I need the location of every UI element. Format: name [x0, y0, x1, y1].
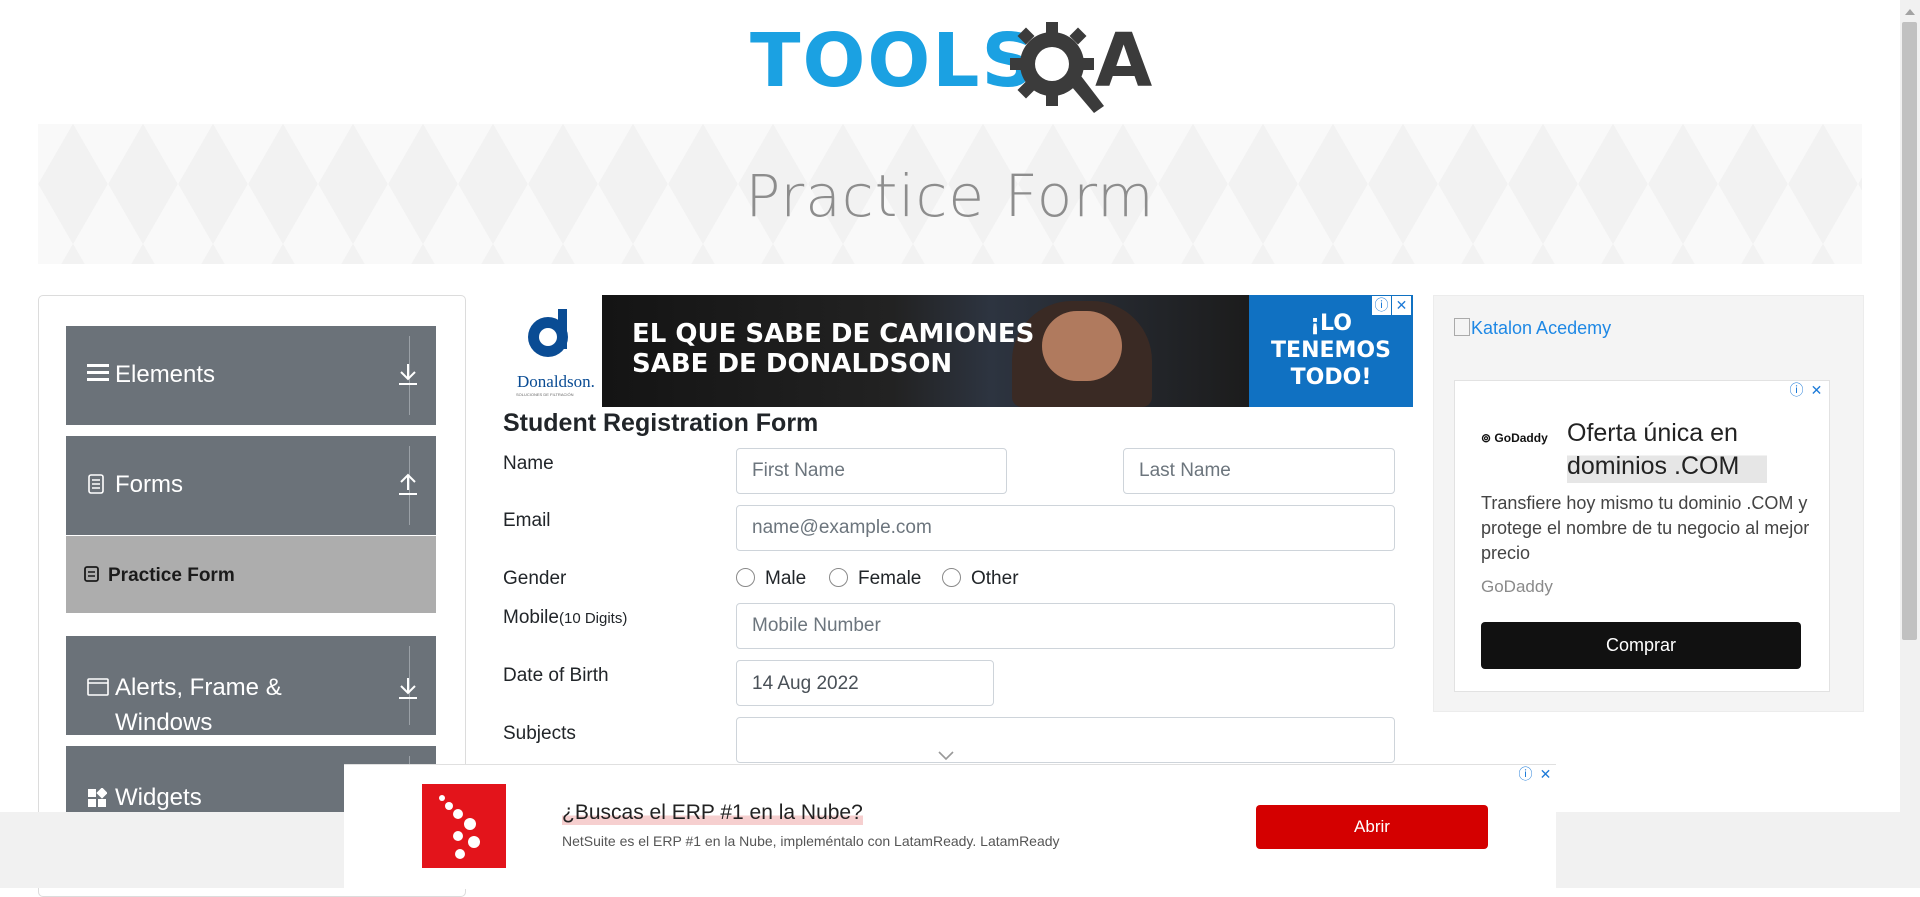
donaldson-sub: SOLUCIONES DE FILTRACIÓN [516, 392, 574, 397]
sidebar-group-elements[interactable]: Elements [66, 326, 436, 425]
scrollbar-thumb[interactable] [1902, 22, 1917, 640]
page-title: Practice Form [745, 162, 1155, 230]
donaldson-brand: Donaldson. [517, 372, 595, 391]
gender-label: Gender [503, 568, 567, 589]
donaldson-logo: Donaldson. SOLUCIONES DE FILTRACIÓN [502, 295, 602, 407]
right-ad: Katalon Acedemy ⓘ ✕ ⊚ GoDaddy Oferta úni… [1433, 295, 1864, 712]
broken-image-icon [1454, 318, 1470, 336]
mobile-label-text: Mobile [503, 607, 559, 628]
scroll-up-arrow-icon[interactable] [1904, 4, 1916, 15]
first-name-input[interactable] [736, 448, 1007, 494]
form-icon [84, 566, 99, 588]
ad-cta-line-3: TODO! [1290, 365, 1372, 390]
comprar-button[interactable]: Comprar [1481, 622, 1801, 669]
ad-info-icon[interactable]: ⓘ [1516, 765, 1535, 784]
dob-label: Date of Birth [503, 665, 609, 686]
sidebar-group-label: Alerts, Frame & [115, 674, 282, 701]
ad-info-icon[interactable]: ⓘ [1787, 381, 1806, 400]
gender-female-label[interactable]: Female [858, 568, 921, 590]
ad-advertiser: GoDaddy [1481, 577, 1553, 596]
sidebar-item-practice-form[interactable]: Practice Form [66, 536, 436, 613]
mobile-hint: (10 Digits) [558, 610, 628, 627]
ad-cta-line-2: TENEMOS [1271, 338, 1391, 363]
mobile-input[interactable] [736, 603, 1395, 649]
subjects-input[interactable] [736, 717, 1395, 763]
mobile-label: Mobile(10 Digits) [503, 607, 627, 629]
ad-close-icon[interactable]: ✕ [1392, 296, 1411, 315]
form-title: Student Registration Form [503, 409, 819, 437]
katalon-link-text: Katalon Acedemy [1471, 318, 1612, 338]
gender-other-label[interactable]: Other [971, 568, 1019, 590]
gender-other-radio[interactable] [942, 568, 961, 587]
date-of-birth-input[interactable]: 14 Aug 2022 [736, 660, 994, 706]
sidebar-item-label: Practice Form [108, 565, 235, 586]
top-ad-banner[interactable]: Donaldson. SOLUCIONES DE FILTRACIÓN EL Q… [502, 295, 1413, 407]
logo-text-tools: TOOLS [750, 18, 1037, 104]
sidebar-group-label: Forms [115, 471, 183, 498]
ad-info-icon[interactable]: ⓘ [1372, 296, 1391, 315]
godaddy-logo: ⊚ GoDaddy [1481, 431, 1548, 445]
ad-headline-2: SABE DE DONALDSON [632, 349, 953, 379]
godaddy-ad-card[interactable]: ⓘ ✕ ⊚ GoDaddy Oferta única en dominios .… [1454, 380, 1830, 692]
dots-icon [439, 795, 480, 859]
gender-male-radio[interactable] [736, 568, 755, 587]
ad-photo-area: EL QUE SABE DE CAMIONES SABE DE DONALDSO… [602, 295, 1249, 407]
last-name-input[interactable] [1123, 448, 1395, 494]
menu-icon [87, 362, 109, 388]
widgets-icon [87, 787, 109, 814]
bottom-ad[interactable]: ⓘ ✕ ¿Buscas el ERP #1 en la Nube? NetSui… [344, 764, 1556, 889]
name-label: Name [503, 453, 554, 474]
sidebar-group-label: Widgets [115, 784, 202, 811]
subjects-label: Subjects [503, 723, 576, 744]
window-icon [87, 678, 109, 702]
netsuite-logo [422, 784, 506, 868]
document-icon [87, 474, 109, 500]
download-icon[interactable] [393, 362, 423, 392]
sidebar-group-forms[interactable]: Forms [66, 436, 436, 535]
gender-female-radio[interactable] [829, 568, 848, 587]
sidebar-group-alerts[interactable]: Alerts, Frame & Windows [66, 636, 436, 736]
donaldson-d-icon [528, 309, 568, 357]
download-icon[interactable] [393, 676, 423, 706]
sidebar-group-label-line2: Windows [115, 709, 213, 736]
katalon-academy-link[interactable]: Katalon Acedemy [1454, 318, 1611, 339]
godaddy-brand: GoDaddy [1494, 431, 1548, 445]
email-input[interactable] [736, 505, 1395, 551]
godaddy-icon: ⊚ [1481, 431, 1492, 445]
ad-close-icon[interactable]: ✕ [1536, 765, 1555, 784]
bottom-ad-body: NetSuite es el ERP #1 en la Nube, implem… [562, 833, 1060, 849]
gender-male-label[interactable]: Male [765, 568, 806, 590]
toolsqa-logo[interactable]: TOOLS A [750, 18, 1155, 114]
ad-person-face [1042, 311, 1122, 381]
ad-headline-1: EL QUE SABE DE CAMIONES [632, 319, 1035, 349]
abrir-button[interactable]: Abrir [1256, 805, 1488, 849]
logo-text-a: A [1095, 18, 1155, 104]
bottom-ad-headline[interactable]: ¿Buscas el ERP #1 en la Nube? [562, 801, 863, 825]
email-label: Email [503, 510, 551, 531]
ad-close-icon[interactable]: ✕ [1807, 381, 1826, 400]
page-banner: Practice Form [38, 124, 1862, 264]
ad-headline[interactable]: Oferta única en dominios .COM [1567, 417, 1767, 483]
sidebar-group-label: Elements [115, 361, 216, 388]
upload-icon[interactable] [393, 472, 423, 502]
ad-body: Transfiere hoy mismo tu dominio .COM y p… [1481, 493, 1810, 563]
